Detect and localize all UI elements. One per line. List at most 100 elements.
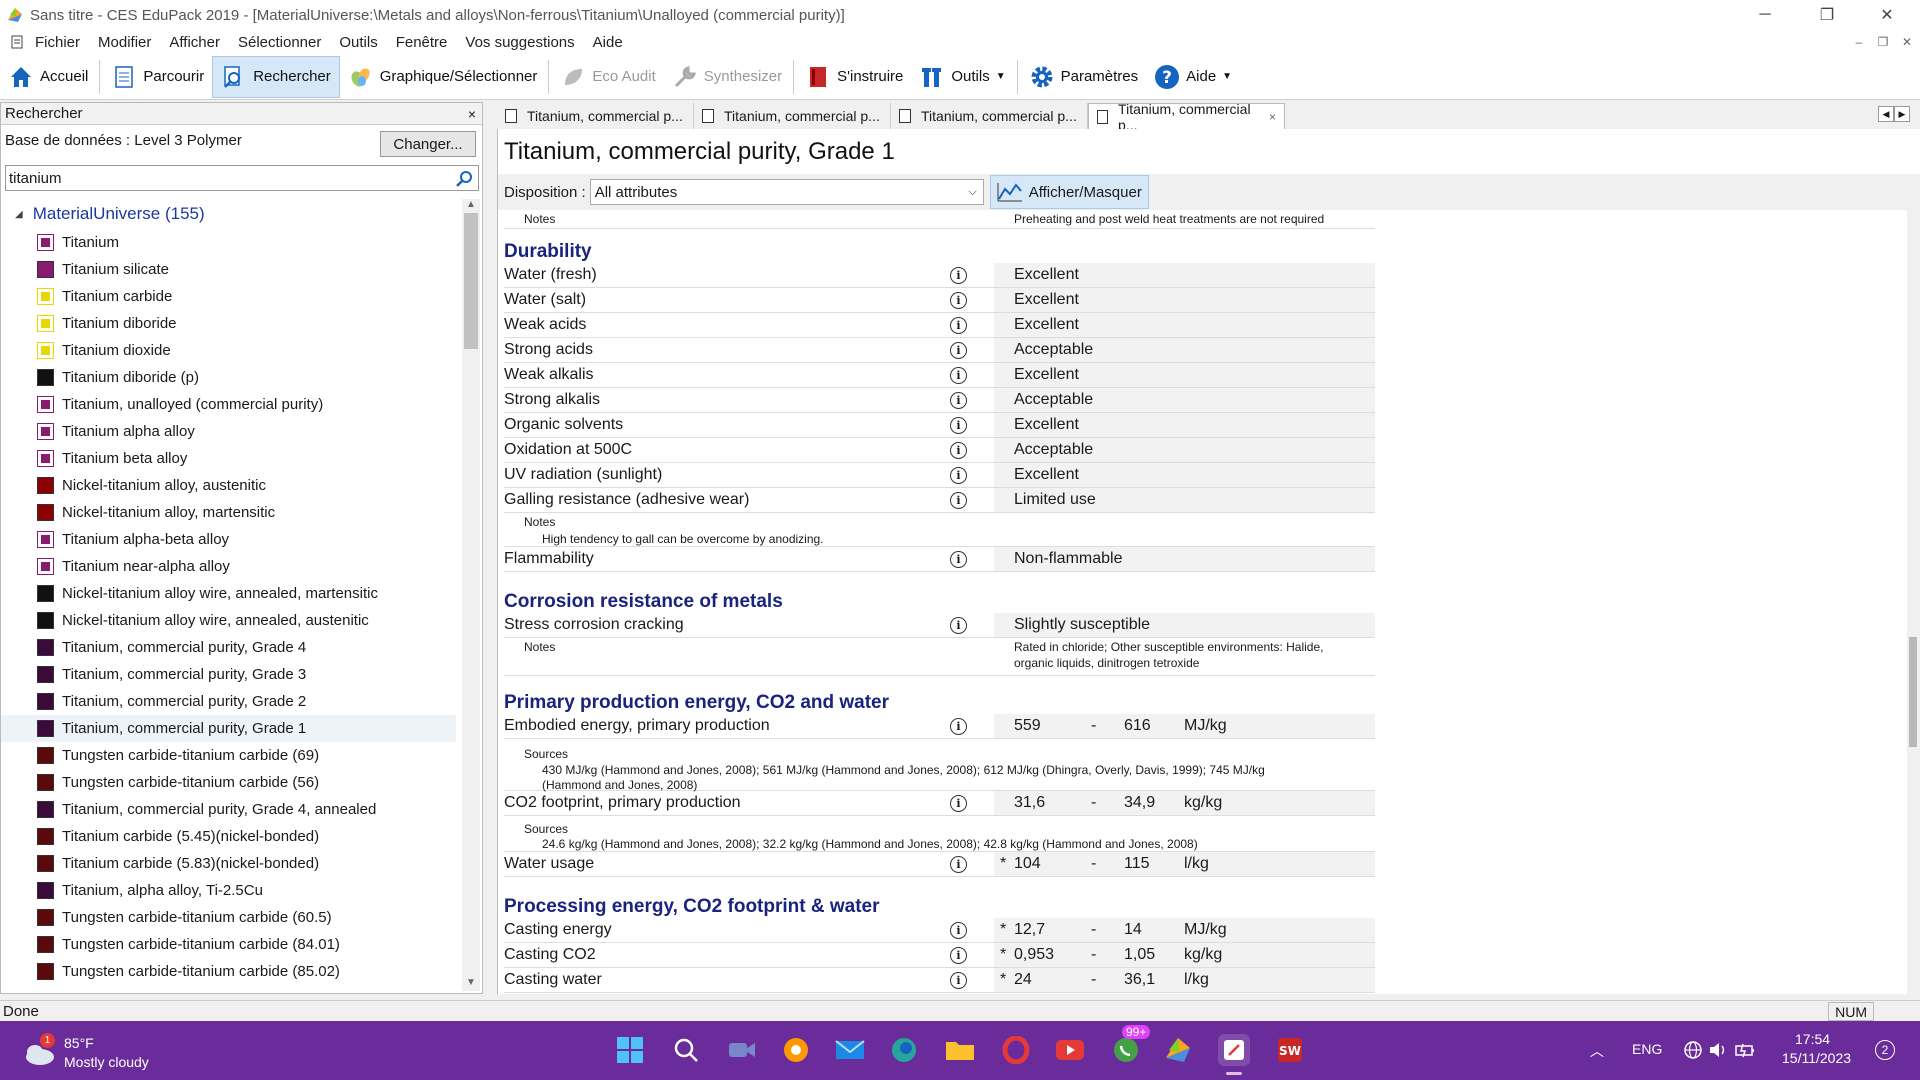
list-item[interactable]: Titanium near-alpha alloy [1, 553, 456, 580]
list-item[interactable]: Tungsten carbide-titanium carbide (56) [1, 769, 456, 796]
graphique-button[interactable]: Graphique/Sélectionner [340, 56, 546, 98]
tab-scroll-left-icon[interactable]: ◀ [1878, 106, 1894, 122]
datasheet-scrollbar[interactable] [1907, 210, 1920, 994]
scroll-up-icon[interactable]: ▲ [462, 199, 480, 213]
list-item[interactable]: Tungsten carbide-titanium carbide (84.01… [1, 931, 456, 958]
changer-button[interactable]: Changer... [380, 131, 476, 157]
info-icon[interactable]: i [950, 921, 967, 939]
panel-close-icon[interactable]: × [468, 106, 476, 122]
clock-time[interactable]: 17:54 [1795, 1031, 1830, 1047]
list-item[interactable]: Titanium, commercial purity, Grade 4, an… [1, 796, 456, 823]
edge-browser-icon[interactable] [888, 1034, 920, 1066]
document-menu-icon[interactable] [10, 35, 24, 49]
outils-button[interactable]: Outils ▼ [911, 56, 1013, 98]
info-icon[interactable]: i [950, 616, 967, 634]
afficher-masquer-button[interactable]: Afficher/Masquer [989, 175, 1149, 209]
mdi-restore-icon[interactable]: ❐ [1872, 32, 1894, 52]
list-item[interactable]: Titanium, commercial purity, Grade 1 [1, 715, 456, 742]
list-item[interactable]: Tungsten carbide-titanium carbide (69) [1, 742, 456, 769]
info-icon[interactable]: i [950, 550, 967, 568]
list-item[interactable]: Nickel-titanium alloy, austenitic [1, 472, 456, 499]
solidworks-icon[interactable]: SW [1274, 1034, 1306, 1066]
meet-icon[interactable] [726, 1034, 758, 1066]
aide-button[interactable]: ? Aide ▼ [1146, 56, 1240, 98]
tree-scroll-thumb[interactable] [464, 213, 478, 349]
close-icon[interactable]: ✕ [1858, 0, 1916, 30]
info-icon[interactable]: i [950, 441, 967, 459]
menu-fichier[interactable]: Fichier [26, 34, 89, 51]
list-item[interactable]: Nickel-titanium alloy wire, annealed, au… [1, 607, 456, 634]
mdi-close-icon[interactable]: ✕ [1896, 32, 1918, 52]
list-item[interactable]: Titanium, commercial purity, Grade 2 [1, 688, 456, 715]
list-item[interactable]: Titanium, commercial purity, Grade 4 [1, 634, 456, 661]
mail-icon[interactable] [834, 1034, 866, 1066]
list-item[interactable]: Titanium, alpha alloy, Ti-2.5Cu [1, 877, 456, 904]
list-item[interactable]: Titanium diboride [1, 310, 456, 337]
taskbar-search-icon[interactable] [670, 1034, 702, 1066]
tray-chevron-up-icon[interactable]: ︿ [1590, 1041, 1604, 1061]
battery-icon[interactable] [1734, 1040, 1756, 1060]
info-icon[interactable]: i [950, 391, 967, 409]
info-icon[interactable]: i [950, 491, 967, 509]
info-icon[interactable]: i [950, 291, 967, 309]
list-item[interactable]: Titanium, unalloyed (commercial purity) [1, 391, 456, 418]
menu-outils[interactable]: Outils [330, 34, 386, 51]
info-icon[interactable]: i [950, 366, 967, 384]
tab-4-active[interactable]: Titanium, commercial p... × [1088, 101, 1285, 133]
tree-root[interactable]: ◢ MaterialUniverse (155) [1, 199, 456, 229]
info-icon[interactable]: i [950, 794, 967, 812]
snipping-tool-icon[interactable] [1218, 1034, 1250, 1075]
list-item[interactable]: Tungsten carbide-titanium carbide (85.02… [1, 958, 456, 985]
menu-aide[interactable]: Aide [584, 34, 632, 51]
search-input[interactable]: titanium [5, 165, 479, 191]
info-icon[interactable]: i [950, 416, 967, 434]
disposition-select[interactable]: All attributes ⌵ [589, 179, 984, 205]
info-icon[interactable]: i [950, 946, 967, 964]
notification-badge[interactable]: 2 [1875, 1040, 1895, 1060]
list-item[interactable]: Nickel-titanium alloy, martensitic [1, 499, 456, 526]
list-item[interactable]: Titanium carbide (5.83)(nickel-bonded) [1, 850, 456, 877]
list-item[interactable]: Titanium alpha alloy [1, 418, 456, 445]
tab-1[interactable]: Titanium, commercial p... [497, 103, 694, 129]
datasheet-scroll-thumb[interactable] [1909, 637, 1917, 747]
list-item[interactable]: Titanium [1, 229, 456, 256]
tab-3[interactable]: Titanium, commercial p... [891, 103, 1088, 129]
list-item[interactable]: Titanium carbide [1, 283, 456, 310]
list-item[interactable]: Titanium diboride (p) [1, 364, 456, 391]
mdi-minimize-icon[interactable]: – [1848, 32, 1870, 52]
collapse-triangle-icon[interactable]: ◢ [15, 209, 23, 220]
edupack-taskbar-icon[interactable] [1162, 1034, 1194, 1066]
tab-scroll-right-icon[interactable]: ▶ [1894, 106, 1910, 122]
list-item[interactable]: Titanium alpha-beta alloy [1, 526, 456, 553]
info-icon[interactable]: i [950, 971, 967, 989]
clock-date[interactable]: 15/11/2023 [1782, 1050, 1851, 1066]
menu-afficher[interactable]: Afficher [160, 34, 229, 51]
tree-scrollbar[interactable]: ▲ ▼ [462, 199, 480, 991]
synthesizer-button[interactable]: Synthesizer [664, 56, 790, 98]
weather-widget[interactable]: 1 85°F Mostly cloudy [22, 1033, 192, 1073]
parcourir-button[interactable]: Parcourir [103, 56, 212, 98]
search-icon[interactable] [456, 170, 474, 188]
file-explorer-icon[interactable] [944, 1034, 976, 1066]
list-item[interactable]: Nickel-titanium alloy wire, annealed, ma… [1, 580, 456, 607]
menu-modifier[interactable]: Modifier [89, 34, 160, 51]
volume-icon[interactable] [1708, 1040, 1728, 1060]
info-icon[interactable]: i [950, 341, 967, 359]
whatsapp-icon[interactable]: 99+ [1110, 1025, 1151, 1066]
list-item[interactable]: Titanium beta alloy [1, 445, 456, 472]
parametres-button[interactable]: Paramètres [1021, 56, 1147, 98]
list-item[interactable]: Titanium dioxide [1, 337, 456, 364]
rechercher-button[interactable]: Rechercher [212, 55, 340, 98]
menu-selectionner[interactable]: Sélectionner [229, 34, 330, 51]
list-item[interactable]: Tungsten carbide-titanium carbide (60.5) [1, 904, 456, 931]
list-item[interactable]: Titanium carbide (5.45)(nickel-bonded) [1, 823, 456, 850]
sinstruire-button[interactable]: S'instruire [797, 56, 911, 98]
info-icon[interactable]: i [950, 466, 967, 484]
globe-icon[interactable] [1683, 1040, 1703, 1060]
info-icon[interactable]: i [950, 717, 967, 735]
list-item[interactable]: Titanium silicate [1, 256, 456, 283]
brave-browser-icon[interactable] [780, 1034, 812, 1066]
tab-2[interactable]: Titanium, commercial p... [694, 103, 891, 129]
language-indicator[interactable]: ENG [1632, 1041, 1662, 1057]
youtube-icon[interactable] [1054, 1034, 1086, 1066]
